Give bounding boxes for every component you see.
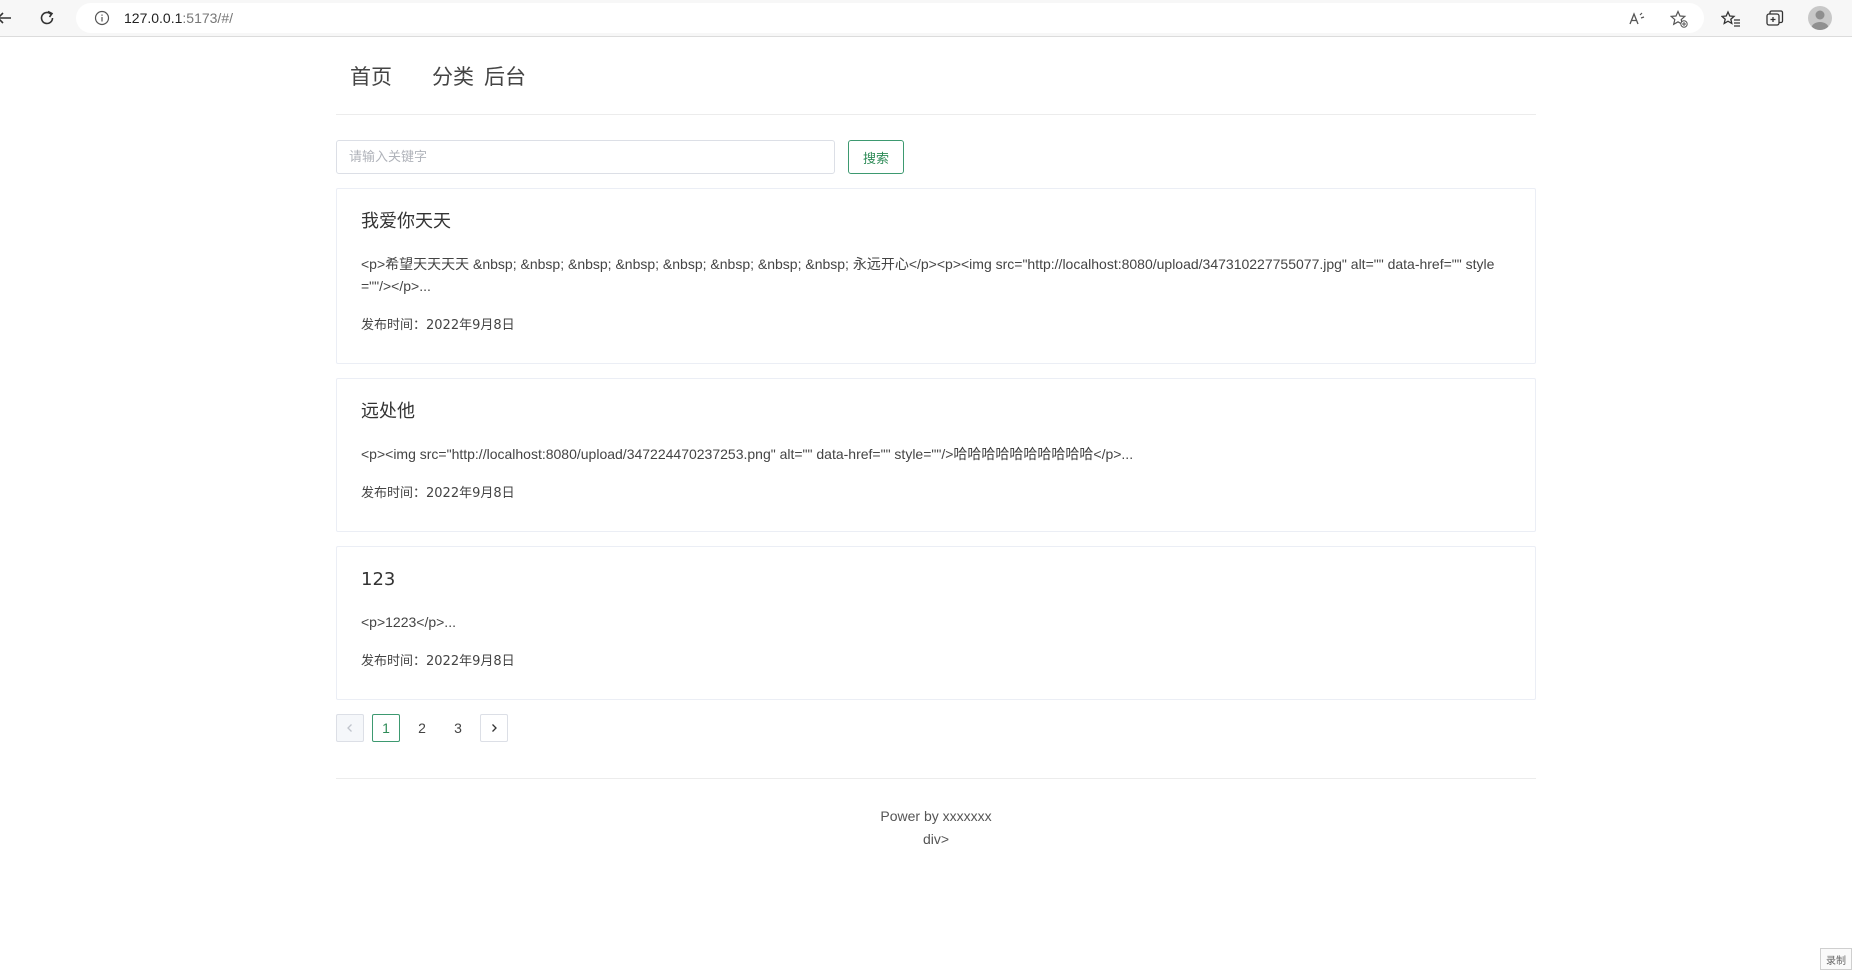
nav-admin-link[interactable]: 后台 [484,61,526,91]
post-card: 123 <p>1223</p>... 发布时间：2022年9月8日 [336,546,1536,700]
nav-home-link[interactable]: 首页 [350,61,392,91]
page-number-3[interactable]: 3 [444,714,472,742]
page-footer: Power by xxxxxxx div> [336,778,1536,851]
url-host: 127.0.0.1 [124,10,183,26]
post-date: 发布时间：2022年9月8日 [361,654,515,669]
profile-icon[interactable] [1808,6,1832,30]
post-title[interactable]: 我爱你天天 [361,209,1511,235]
search-input[interactable] [336,140,835,174]
search-bar: 搜索 [336,140,1536,174]
add-favorite-icon[interactable] [1670,10,1688,28]
page-container: 首页 分类 后台 搜索 我爱你天天 <p>希望天天天天 &nbsp; &nbsp… [336,38,1536,851]
prev-page-button[interactable] [336,714,364,742]
address-bar[interactable]: 127.0.0.1:5173/#/ [76,3,1704,33]
pagination: 1 2 3 [336,714,1536,742]
post-card: 远处他 <p><img src="http://localhost:8080/u… [336,378,1536,532]
back-icon[interactable] [0,6,16,30]
post-excerpt: <p><img src="http://localhost:8080/uploa… [361,446,1134,462]
search-button[interactable]: 搜索 [848,140,904,174]
footer-extra-text: div> [922,831,950,847]
favorites-icon[interactable] [1720,8,1742,30]
post-title[interactable]: 远处他 [361,399,1511,425]
recording-badge[interactable]: 录制 [1820,948,1852,970]
info-icon[interactable] [94,10,110,26]
collections-icon[interactable] [1764,8,1786,30]
browser-toolbar: 127.0.0.1:5173/#/ [0,0,1852,37]
url-text[interactable]: 127.0.0.1:5173/#/ [124,10,233,26]
next-page-button[interactable] [480,714,508,742]
post-card: 我爱你天天 <p>希望天天天天 &nbsp; &nbsp; &nbsp; &nb… [336,188,1536,364]
footer-power-text: Power by xxxxxxx [880,808,992,824]
top-navigation: 首页 分类 后台 [336,38,1536,115]
url-path: :5173/#/ [182,10,233,26]
post-excerpt: <p>希望天天天天 &nbsp; &nbsp; &nbsp; &nbsp; &n… [361,256,1495,294]
nav-category-link[interactable]: 分类 [432,61,474,91]
read-aloud-icon[interactable] [1628,10,1646,28]
post-title[interactable]: 123 [361,567,1511,593]
post-date: 发布时间：2022年9月8日 [361,318,515,333]
page-number-2[interactable]: 2 [408,714,436,742]
post-date: 发布时间：2022年9月8日 [361,486,515,501]
refresh-icon[interactable] [35,6,59,30]
page-number-1[interactable]: 1 [372,714,400,742]
post-excerpt: <p>1223</p>... [361,614,456,630]
